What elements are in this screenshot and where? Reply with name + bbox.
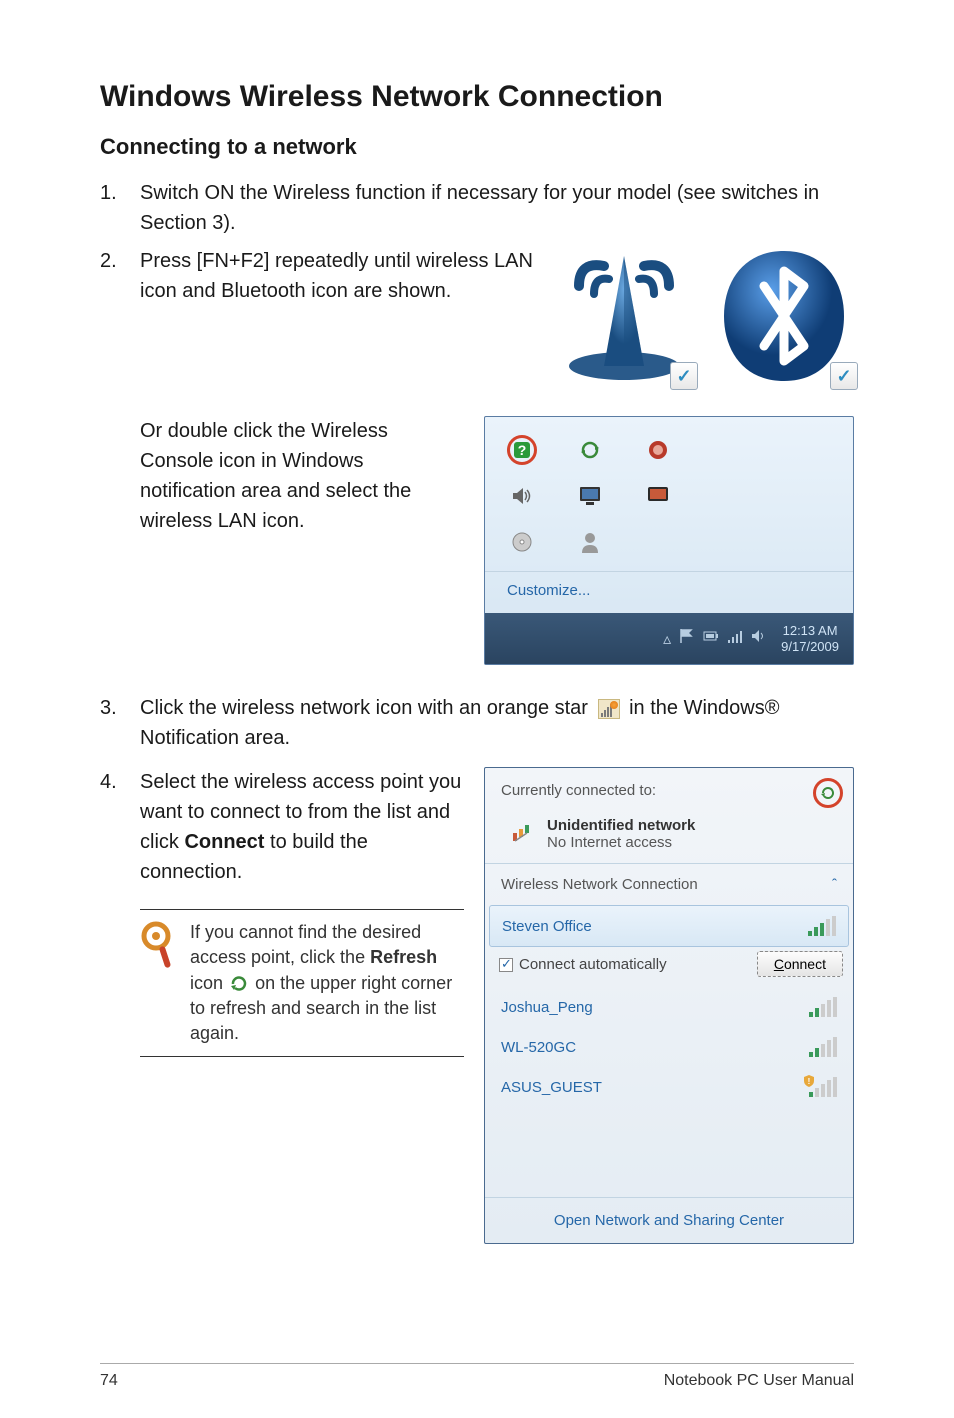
wifi-network-selected[interactable]: Steven Office	[489, 905, 849, 947]
message-icon[interactable]	[643, 481, 673, 511]
wifi-antenna-icon: ✓	[554, 246, 694, 386]
check-badge-icon: ✓	[670, 362, 698, 390]
manual-label: Notebook PC User Manual	[664, 1372, 854, 1390]
disc-icon[interactable]	[507, 527, 537, 557]
step-1-num: 1.	[100, 178, 140, 238]
wifi-net2-name: Joshua_Peng	[501, 999, 593, 1016]
wifi-flyout: Currently connected to: Unidentified net…	[484, 767, 854, 1244]
step-4-num: 4.	[100, 767, 140, 887]
collapse-icon[interactable]: ˆ	[832, 876, 837, 893]
section-subtitle: Connecting to a network	[100, 134, 854, 160]
step-3-text-pre: Click the wireless network icon with an …	[140, 697, 588, 719]
currently-label: Currently connected to:	[501, 782, 656, 799]
monitor-icon[interactable]	[575, 481, 605, 511]
wireless-section-label: Wireless Network Connection	[501, 876, 698, 893]
wireless-console-icon[interactable]: ?	[507, 435, 537, 465]
open-network-center-link[interactable]: Open Network and Sharing Center	[485, 1197, 853, 1243]
magnifier-icon	[140, 920, 176, 1046]
tray-chevron-icon[interactable]: ▵	[663, 629, 671, 649]
network-tray-icon[interactable]	[727, 628, 743, 649]
connect-button[interactable]: Connect	[757, 951, 843, 977]
tip-note: If you cannot find the desired access po…	[140, 909, 464, 1057]
taskbar-date: 9/17/2009	[781, 639, 839, 655]
refresh-icon	[230, 975, 248, 993]
step-4-bold: Connect	[184, 831, 264, 853]
system-tray-popup: ? Customize... ▵ 12:13 AM 9/17/2009	[484, 416, 854, 665]
network-icon	[511, 821, 537, 847]
bluetooth-icon: ✓	[714, 246, 854, 386]
wifi-net1-name: Steven Office	[502, 918, 592, 935]
noaccess-label: No Internet access	[547, 834, 695, 851]
customize-link[interactable]: Customize...	[485, 571, 853, 613]
step-2-text: Press [FN+F2] repeatedly until wireless …	[140, 246, 544, 306]
volume-icon[interactable]	[507, 481, 537, 511]
note-text-b: icon	[190, 973, 223, 993]
battery-icon[interactable]	[703, 628, 719, 649]
signal-icon	[809, 1037, 837, 1057]
step-1-text: Switch ON the Wireless function if neces…	[140, 178, 854, 238]
page-number: 74	[100, 1372, 118, 1390]
wifi-network-item[interactable]: ASUS_GUEST !	[485, 1067, 853, 1107]
step-1: 1. Switch ON the Wireless function if ne…	[100, 178, 854, 238]
shield-icon: !	[803, 1075, 815, 1087]
step-3-num: 3.	[100, 693, 140, 753]
svg-text:?: ?	[518, 442, 527, 458]
unidentified-label: Unidentified network	[547, 817, 695, 834]
wifi-net4-name: ASUS_GUEST	[501, 1079, 602, 1096]
sync-icon[interactable]	[575, 435, 605, 465]
taskbar-time: 12:13 AM	[781, 623, 839, 639]
step-2b-text: Or double click the Wireless Console ico…	[100, 416, 464, 665]
taskbar: ▵ 12:13 AM 9/17/2009	[485, 613, 853, 664]
speaker-icon[interactable]	[751, 628, 767, 649]
step-2-num: 2.	[100, 246, 140, 306]
signal-icon	[809, 997, 837, 1017]
step-3: 3. Click the wireless network icon with …	[100, 693, 854, 753]
signal-icon	[808, 916, 836, 936]
wifi-network-item[interactable]: WL-520GC	[485, 1027, 853, 1067]
step-4: 4. Select the wireless access point you …	[100, 767, 464, 887]
check-badge-icon: ✓	[830, 362, 858, 390]
connect-auto-checkbox[interactable]: Connect automatically	[499, 956, 667, 973]
svg-text:!: !	[808, 1077, 811, 1086]
power-icon[interactable]	[643, 435, 673, 465]
flag-icon[interactable]	[679, 628, 695, 649]
wifi-net3-name: WL-520GC	[501, 1039, 576, 1056]
wireless-star-icon	[598, 699, 620, 719]
page-title: Windows Wireless Network Connection	[100, 80, 854, 114]
wifi-refresh-button[interactable]	[813, 778, 843, 808]
wifi-network-item[interactable]: Joshua_Peng	[485, 987, 853, 1027]
note-bold: Refresh	[370, 947, 437, 967]
user-icon[interactable]	[575, 527, 605, 557]
